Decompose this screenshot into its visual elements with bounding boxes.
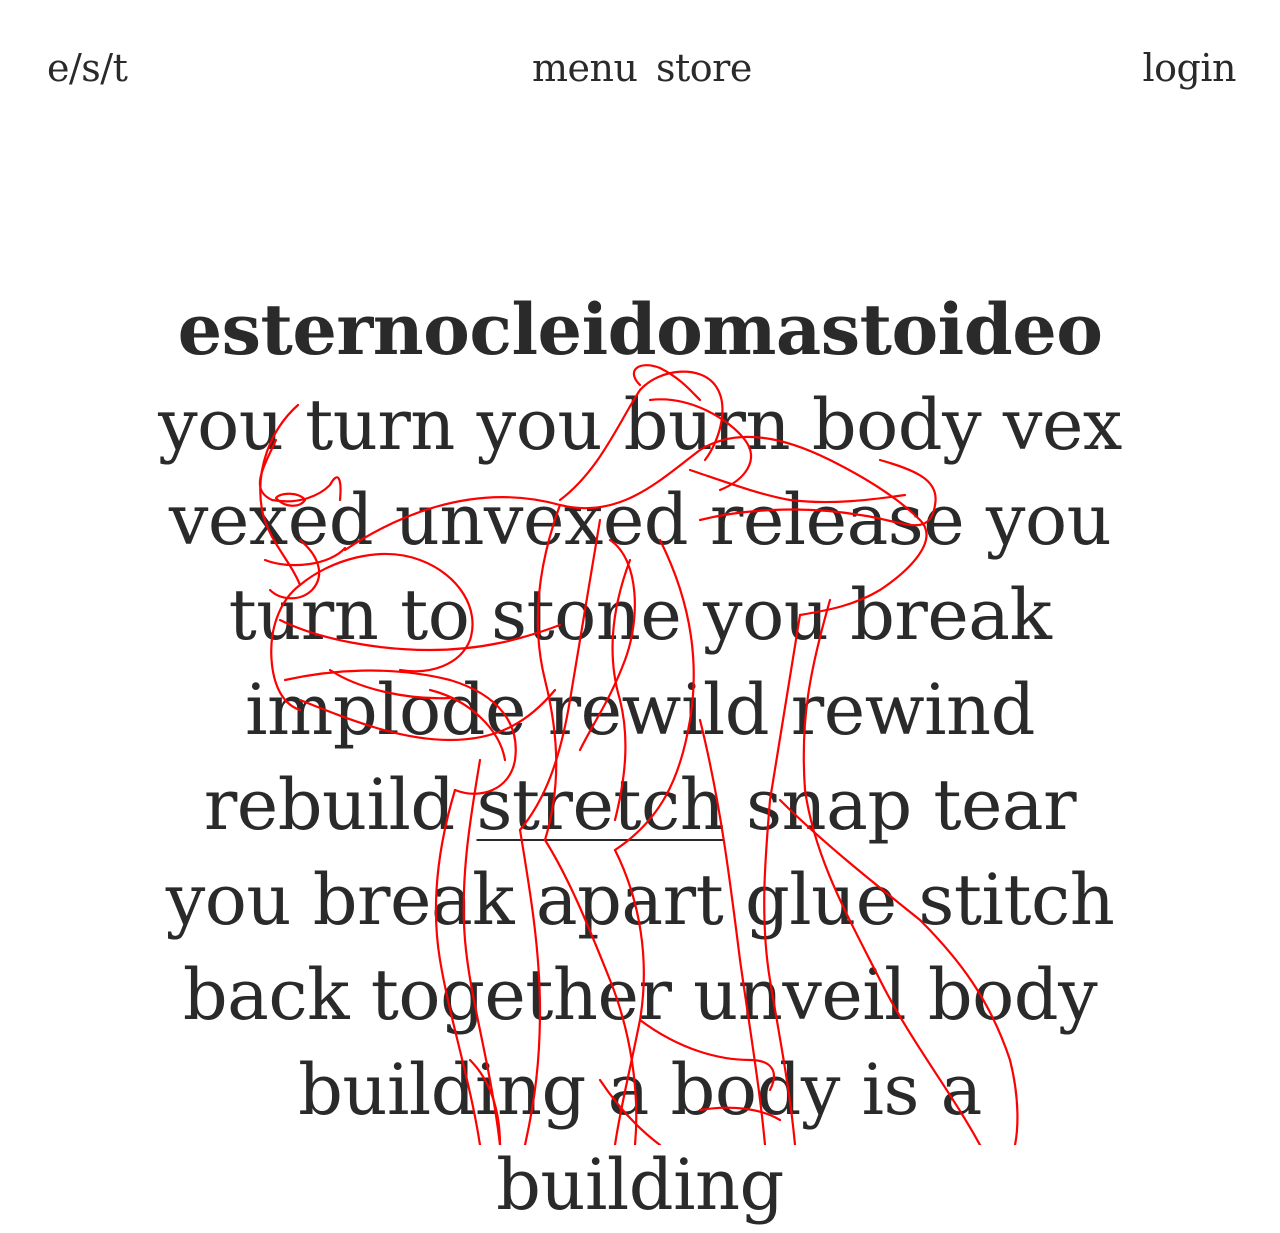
menu-link[interactable]: menu [532,44,638,92]
top-nav: e/s/t menu store login [0,40,1280,100]
poem-title-word: esternocleidomastoideo [177,288,1103,371]
site-logo-link[interactable]: e/s/t [47,44,128,92]
poem-text: esternocleidomastoideo you turn you burn… [150,282,1130,1233]
store-link[interactable]: store [656,44,752,92]
stretch-link[interactable]: stretch [476,764,724,846]
login-link[interactable]: login [1143,44,1237,92]
